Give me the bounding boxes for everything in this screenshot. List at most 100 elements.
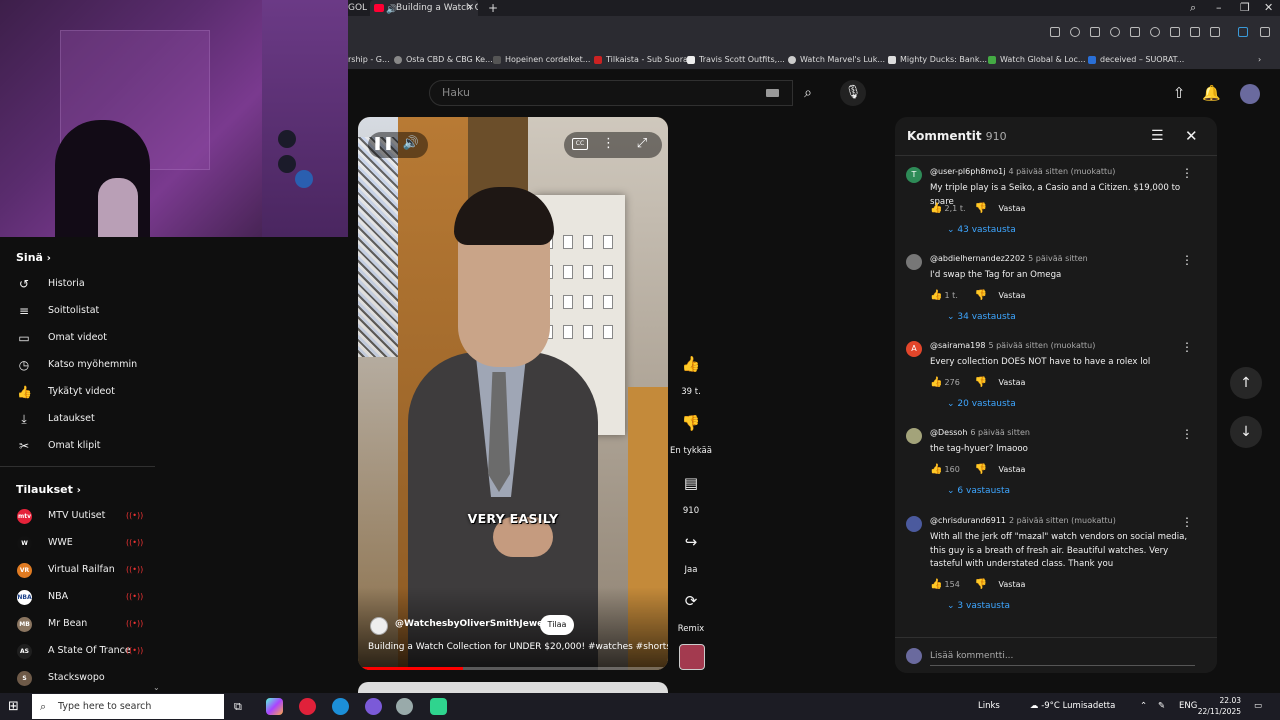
- reply-button[interactable]: Vastaa: [999, 378, 1026, 387]
- bookmark-item[interactable]: Hopeinen cordelket...: [493, 50, 590, 69]
- extension-icon[interactable]: [1110, 27, 1120, 37]
- subscription-item[interactable]: VR Virtual Railfan ((•)): [0, 557, 155, 583]
- bookmark-item[interactable]: Osta CBD & CBG Ke...: [394, 50, 493, 69]
- sidebar-you-heading[interactable]: Sinä ›: [16, 251, 51, 264]
- comment-avatar[interactable]: T: [906, 167, 922, 183]
- comment-avatar[interactable]: [906, 254, 922, 270]
- download-icon[interactable]: [1170, 27, 1180, 37]
- thumbs-down-icon[interactable]: 👎: [975, 377, 999, 388]
- bookmark-item[interactable]: Watch Global & Loc...: [988, 50, 1086, 69]
- share-button[interactable]: ↪ Jaa: [668, 525, 714, 575]
- pen-icon[interactable]: ✎: [1158, 693, 1165, 720]
- close-icon[interactable]: ✕: [1185, 127, 1198, 145]
- bookmark-item[interactable]: Mighty Ducks: Bank...: [888, 50, 987, 69]
- account-avatar[interactable]: [1240, 84, 1260, 104]
- sidebar-item-watch-later[interactable]: ◷ Katso myöhemmin: [0, 352, 155, 378]
- comment-menu-icon[interactable]: ⋮: [1181, 253, 1193, 267]
- sidebar-subscriptions-heading[interactable]: Tilaukset ›: [16, 483, 81, 496]
- bookmark-item[interactable]: Tilkaista - Sub Suora: [594, 50, 688, 69]
- extension-active-icon[interactable]: [1238, 27, 1248, 37]
- sidebar-item-your-videos[interactable]: ▭ Omat videot: [0, 325, 155, 351]
- captions-icon[interactable]: CC: [572, 138, 588, 150]
- reply-button[interactable]: Vastaa: [999, 580, 1026, 589]
- play-icon[interactable]: [1130, 27, 1140, 37]
- subscribe-button[interactable]: Tilaa: [540, 615, 574, 635]
- new-tab-button[interactable]: +: [488, 0, 498, 16]
- notifications-icon[interactable]: ▭: [1254, 693, 1262, 720]
- sidebar-item-downloads[interactable]: ⤓ Lataukset: [0, 406, 155, 432]
- comment-menu-icon[interactable]: ⋮: [1181, 340, 1193, 354]
- reply-button[interactable]: Vastaa: [999, 291, 1026, 300]
- comment-author[interactable]: @chrisdurand6911: [930, 516, 1006, 525]
- wallet-icon[interactable]: [1260, 27, 1270, 37]
- comment-menu-icon[interactable]: ⋮: [1181, 427, 1193, 441]
- lock-icon[interactable]: [1210, 27, 1220, 37]
- app-icon[interactable]: [396, 698, 413, 715]
- view-replies-button[interactable]: ⌄ 6 vastausta: [947, 486, 1010, 496]
- subscription-item[interactable]: mtv MTV Uutiset ((•)): [0, 503, 155, 529]
- thumbs-down-icon[interactable]: 👎: [975, 203, 999, 214]
- taskbar-search-input[interactable]: ⌕ Type here to search: [32, 694, 224, 719]
- next-short-button[interactable]: ↓: [1230, 416, 1262, 448]
- windows-start-icon[interactable]: ⊞: [8, 699, 19, 714]
- discord-icon[interactable]: [365, 698, 382, 715]
- task-view-icon[interactable]: ⧉: [234, 693, 242, 720]
- weather-widget[interactable]: ☁ -9°C Lumisadetta: [1030, 693, 1115, 720]
- thumbs-up-icon[interactable]: 👍: [930, 203, 942, 214]
- comment-avatar[interactable]: [906, 428, 922, 444]
- browser-tab-active[interactable]: 🔊 Building a Watch Colle ✕: [370, 0, 478, 16]
- scroll-down-icon[interactable]: ⌄: [153, 683, 160, 692]
- sidebar-item-playlists[interactable]: ≡ Soittolistat: [0, 298, 155, 324]
- dislike-button[interactable]: 👎 En tykkää: [668, 406, 714, 456]
- comment-avatar[interactable]: [906, 516, 922, 532]
- mic-icon[interactable]: 🎙: [840, 80, 866, 106]
- shield-icon[interactable]: [1090, 27, 1100, 37]
- sidebar-item-liked[interactable]: 👍 Tykätyt videot: [0, 379, 155, 405]
- comments-button[interactable]: ▤ 910: [668, 466, 714, 516]
- links-toolbar[interactable]: Links: [978, 693, 1000, 720]
- comment-author[interactable]: @user-pl6ph8mo1j: [930, 167, 1005, 176]
- comment-menu-icon[interactable]: ⋮: [1181, 166, 1193, 180]
- edge-icon[interactable]: [332, 698, 349, 715]
- sidebar-item-history[interactable]: ↺ Historia: [0, 271, 155, 297]
- minimize-button[interactable]: –: [1216, 0, 1222, 16]
- heart-icon[interactable]: [1150, 27, 1160, 37]
- subscription-item[interactable]: W WWE ((•)): [0, 530, 155, 556]
- view-replies-button[interactable]: ⌄ 3 vastausta: [947, 601, 1010, 611]
- thumbs-up-icon[interactable]: 👍: [930, 377, 942, 388]
- channel-name[interactable]: @WatchesbyOliverSmithJeweler: [395, 619, 557, 629]
- browser-tab-partial[interactable]: GOL: [348, 0, 368, 16]
- app-green-icon[interactable]: [430, 698, 447, 715]
- tray-chevron-icon[interactable]: ⌃: [1140, 693, 1147, 720]
- thumbs-down-icon[interactable]: 👎: [975, 290, 999, 301]
- comment-author[interactable]: @abdielhernandez2202: [930, 254, 1025, 263]
- comment-author[interactable]: @Dessoh: [930, 428, 967, 437]
- bookmark-item[interactable]: Watch Marvel's Luk...: [788, 50, 885, 69]
- bell-icon[interactable]: 🔔: [1202, 84, 1221, 102]
- view-replies-button[interactable]: ⌄ 43 vastausta: [947, 225, 1016, 235]
- bookmark-item[interactable]: rship - G...: [348, 50, 390, 69]
- subscription-item[interactable]: MB Mr Bean ((•)): [0, 611, 155, 637]
- taskbar-clock[interactable]: 22.03 22/11/2025: [1196, 695, 1241, 717]
- bookmarks-overflow-icon[interactable]: ›: [1258, 50, 1261, 69]
- subscription-item[interactable]: AS A State Of Trance ((•)): [0, 638, 155, 664]
- sort-icon[interactable]: ☰: [1151, 128, 1164, 144]
- previous-short-button[interactable]: ↑: [1230, 367, 1262, 399]
- thumbs-down-icon[interactable]: 👎: [975, 579, 999, 590]
- search-input[interactable]: Haku: [429, 80, 793, 106]
- subscription-item[interactable]: NBA NBA ((•)): [0, 584, 155, 610]
- bookmark-item[interactable]: deceived – SUORAT...: [1088, 50, 1184, 69]
- comment-menu-icon[interactable]: ⋮: [1181, 515, 1193, 529]
- like-button[interactable]: 👍 39 t.: [668, 347, 714, 397]
- thumbs-up-icon[interactable]: 👍: [930, 579, 942, 590]
- fullscreen-icon[interactable]: ⤢: [634, 136, 650, 151]
- search-tabs-icon[interactable]: ⌕: [1190, 0, 1196, 16]
- pause-button[interactable]: ❚❚: [368, 132, 398, 158]
- keyboard-icon[interactable]: [766, 89, 779, 97]
- view-replies-button[interactable]: ⌄ 34 vastausta: [947, 312, 1016, 322]
- language-indicator[interactable]: ENG: [1179, 693, 1197, 720]
- thumbs-up-icon[interactable]: 👍: [930, 464, 942, 475]
- shorts-video-player[interactable]: ❚❚ 🔊 CC ⋮ ⤢ VERY EASILY @WatchesbyOliver…: [358, 117, 668, 670]
- comment-author[interactable]: @sairama198: [930, 341, 985, 350]
- reply-button[interactable]: Vastaa: [999, 204, 1026, 213]
